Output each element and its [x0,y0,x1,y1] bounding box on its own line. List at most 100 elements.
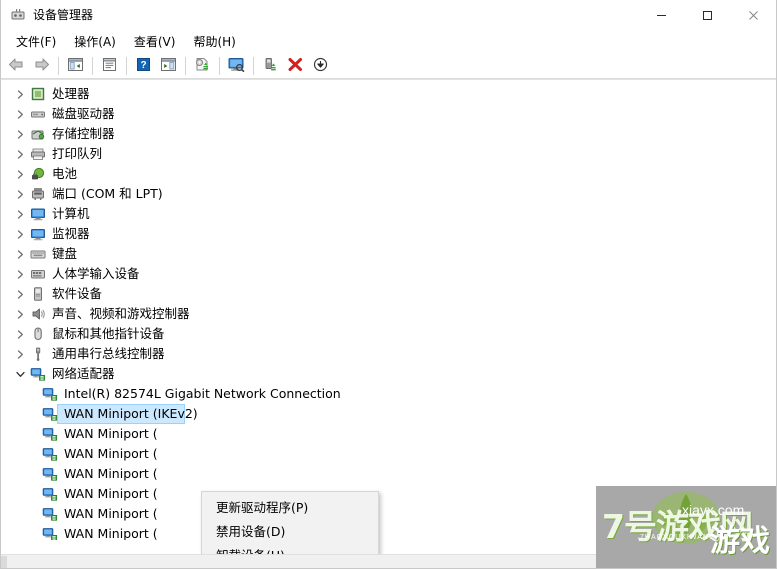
tree-item[interactable]: 声音、视频和游戏控制器 [1,304,776,324]
toolbar-update-driver[interactable] [190,54,215,78]
back-arrow-icon [8,57,25,75]
monitor-icon [29,226,47,242]
tree-item[interactable]: WAN Miniport ( [1,424,776,444]
chevron-right-icon[interactable] [11,309,29,319]
toolbar-separator [185,56,186,75]
tree-item-label: WAN Miniport ( [64,446,158,461]
show-hide-action-pane-icon [160,57,177,75]
tree-item[interactable]: 软件设备 [1,284,776,304]
maximize-button[interactable] [684,0,730,30]
toolbar-scan-hardware[interactable] [224,54,249,78]
print-queue-icon [29,146,47,162]
keyboard-icon [29,246,47,262]
chevron-right-icon[interactable] [11,269,29,279]
chevron-right-icon[interactable] [11,329,29,339]
title-bar-left: 设备管理器 [1,7,93,23]
tree-item-label: WAN Miniport ( [64,486,158,501]
storage-controller-icon [29,126,47,142]
properties-icon [101,57,118,75]
toolbar-help[interactable]: ? [131,54,156,78]
toolbar-properties[interactable] [97,54,122,78]
chevron-right-icon[interactable] [11,109,29,119]
tree-item[interactable]: 键盘 [1,244,776,264]
chevron-right-icon[interactable] [11,289,29,299]
usb-controller-icon [29,346,47,362]
update-driver-icon [194,57,212,75]
chevron-right-icon[interactable] [11,169,29,179]
tree-item[interactable]: 人体学输入设备 [1,264,776,284]
chevron-right-icon[interactable] [11,209,29,219]
tree-item[interactable]: WAN Miniport ( [1,464,776,484]
tree-item-label: 监视器 [52,226,90,241]
toolbar-console-tree[interactable] [63,54,88,78]
device-manager-window: 设备管理器 文件(F) 操作(A) 查看(V) 帮助(H) ? 处理器 磁盘驱动… [0,0,777,569]
tree-item[interactable]: 磁盘驱动器 [1,104,776,124]
menu-action[interactable]: 操作(A) [65,30,125,54]
network-device-icon [41,426,59,442]
help-icon: ? [135,57,152,75]
tree-item-label: 磁盘驱动器 [52,106,115,121]
ctx-disable-device[interactable]: 禁用设备(D) [202,518,378,542]
chevron-right-icon[interactable] [11,89,29,99]
chevron-right-icon[interactable] [11,189,29,199]
tree-item-label: 键盘 [52,246,78,261]
menu-file[interactable]: 文件(F) [7,30,65,54]
device-manager-icon [10,7,26,23]
tree-item[interactable]: 打印队列 [1,144,776,164]
ctx-uninstall-device[interactable]: 卸载设备(U) [202,542,378,555]
tree-item[interactable]: WAN Miniport ( [1,444,776,464]
tree-item-label: 软件设备 [52,286,103,301]
tree-item[interactable]: Intel(R) 82574L Gigabit Network Connecti… [1,384,776,404]
context-menu[interactable]: 更新驱动程序(P)禁用设备(D)卸载设备(U)扫描检测硬件改动(A)属性(R) [201,491,379,554]
tree-item-label: 端口 (COM 和 LPT) [52,186,163,201]
tree-item[interactable]: 网络适配器 [1,364,776,384]
menu-view[interactable]: 查看(V) [125,30,185,54]
tree-item[interactable]: 计算机 [1,204,776,224]
tree-item[interactable]: 电池 [1,164,776,184]
uninstall-device-icon [287,57,304,75]
tree-item-label: 声音、视频和游戏控制器 [52,306,190,321]
ctx-update-driver[interactable]: 更新驱动程序(P) [202,494,378,518]
toolbar-separator [92,56,93,75]
tree-item-label: 处理器 [52,86,90,101]
minimize-button[interactable] [638,0,684,30]
toolbar: ? [1,53,776,79]
computer-icon [29,206,47,222]
toolbar-back[interactable] [4,54,29,78]
tree-item[interactable]: 端口 (COM 和 LPT) [1,184,776,204]
device-tree[interactable]: 处理器磁盘驱动器存储控制器打印队列电池端口 (COM 和 LPT) 计算机监视器键… [1,80,776,554]
svg-text:?: ? [140,60,146,71]
chevron-right-icon[interactable] [11,129,29,139]
tree-item-label: WAN Miniport (IKEv2) [64,406,198,421]
toolbar-enable-device[interactable] [258,54,283,78]
toolbar-action-pane[interactable] [156,54,181,78]
tree-item[interactable]: WAN Miniport (IKEv2) [1,404,776,424]
chevron-down-icon[interactable] [11,370,29,379]
scan-hardware-changes-icon [227,57,246,75]
port-icon [29,186,47,202]
network-device-icon [41,506,59,522]
tree-item-label: Intel(R) 82574L Gigabit Network Connecti… [64,386,341,401]
tree-item[interactable]: 通用串行总线控制器 [1,344,776,364]
chevron-right-icon[interactable] [11,149,29,159]
tree-item[interactable]: 存储控制器 [1,124,776,144]
network-adapter-icon [29,366,47,382]
chevron-right-icon[interactable] [11,229,29,239]
tree-item-label: 打印队列 [52,146,103,161]
toolbar-forward[interactable] [29,54,54,78]
tree-item-label: 通用串行总线控制器 [52,346,165,361]
close-button[interactable] [730,0,776,30]
tree-item[interactable]: 鼠标和其他指针设备 [1,324,776,344]
network-device-icon [41,446,59,462]
menu-help[interactable]: 帮助(H) [184,30,244,54]
toolbar-disable-device[interactable] [308,54,333,78]
tree-item[interactable]: 处理器 [1,84,776,104]
scrollbar-thumb[interactable] [1,556,7,568]
tree-item-label: 网络适配器 [52,366,115,381]
network-device-icon [41,486,59,502]
chevron-right-icon[interactable] [11,249,29,259]
show-hide-console-tree-icon [67,57,84,75]
tree-item[interactable]: 监视器 [1,224,776,244]
toolbar-uninstall-device[interactable] [283,54,308,78]
chevron-right-icon[interactable] [11,349,29,359]
